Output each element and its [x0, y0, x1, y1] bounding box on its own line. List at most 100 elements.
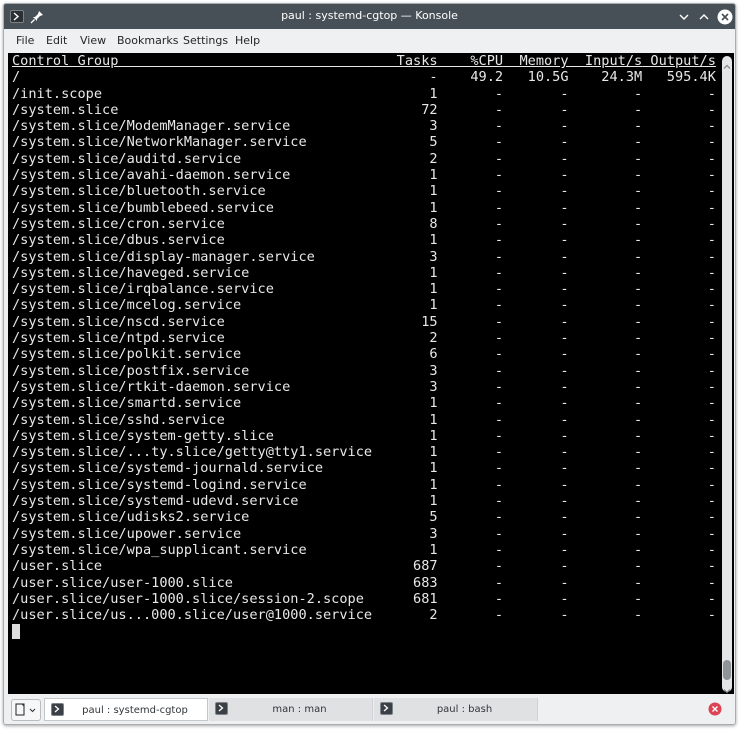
- cgroup-cpu: -: [437, 574, 504, 591]
- cgroup-memory: -: [503, 134, 569, 151]
- menu-view[interactable]: View: [80, 35, 106, 47]
- scroll-up-icon[interactable]: [722, 57, 732, 69]
- cgroup-memory: -: [503, 460, 569, 477]
- cgroup-output: 595.4K: [642, 69, 716, 86]
- cgroup-tasks: 3: [380, 248, 438, 265]
- cgroup-path: /system.slice/postfix.service: [12, 362, 381, 379]
- column-header-input: Input/s: [568, 53, 643, 69]
- cgroup-input: -: [568, 183, 643, 200]
- cgroup-tasks: 1: [380, 85, 438, 102]
- cgroup-output: -: [642, 215, 716, 232]
- menu-help[interactable]: Help: [235, 35, 260, 47]
- cgroup-output: -: [642, 313, 716, 330]
- cgroup-tasks: 1: [380, 167, 438, 184]
- cgroup-tasks: 1: [380, 427, 438, 444]
- cgroup-row: /system.slice/bluetooth.service 1 - - - …: [12, 183, 716, 199]
- cgroup-cpu: -: [437, 525, 504, 542]
- cgroup-tasks: 687: [380, 558, 438, 575]
- cgroup-row: /user.slice/user-1000.slice 683 - - - -: [12, 575, 716, 591]
- menu-bookmarks[interactable]: Bookmarks: [117, 35, 178, 47]
- cgroup-row: /init.scope 1 - - - -: [12, 86, 716, 102]
- column-header-cpu: %CPU: [437, 53, 504, 69]
- cgtop-output: Control Group Tasks %CPU Memory Input/s …: [12, 53, 716, 640]
- scrollbar-handle[interactable]: [723, 660, 731, 680]
- cgroup-tasks: 3: [380, 118, 438, 135]
- cgroup-cpu: -: [437, 167, 504, 184]
- cgroup-memory: -: [503, 330, 569, 347]
- cgroup-tasks: 1: [380, 460, 438, 477]
- cgroup-input: -: [568, 330, 643, 347]
- cgroup-row: /system.slice/auditd.service 2 - - - -: [12, 151, 716, 167]
- cgroup-memory: -: [503, 411, 569, 428]
- cgroup-row: /system.slice/dbus.service 1 - - - -: [12, 232, 716, 248]
- cgroup-memory: -: [503, 427, 569, 444]
- cgroup-cpu: -: [437, 493, 504, 510]
- cgroup-output: -: [642, 574, 716, 591]
- cgroup-cpu: -: [437, 346, 504, 363]
- cgroup-tasks: 2: [380, 150, 438, 167]
- close-tab-icon[interactable]: [708, 702, 722, 716]
- cgroup-output: -: [642, 607, 716, 624]
- minimize-icon[interactable]: [676, 9, 692, 25]
- new-tab-button[interactable]: [11, 699, 41, 721]
- cgroup-tasks: 3: [380, 378, 438, 395]
- cgroup-tasks: 6: [380, 346, 438, 363]
- cgroup-input: -: [568, 199, 643, 216]
- tab-man[interactable]: man : man: [209, 698, 373, 721]
- cgroup-path: /system.slice/avahi-daemon.service: [12, 167, 381, 184]
- cgroup-cpu: -: [437, 395, 504, 412]
- cgroup-input: -: [568, 118, 643, 135]
- cgroup-cpu: -: [437, 541, 504, 558]
- cgroup-memory: -: [503, 607, 569, 624]
- scroll-down-icon[interactable]: [722, 681, 732, 694]
- cgroup-tasks: 1: [380, 444, 438, 461]
- terminal-scrollbar[interactable]: [722, 56, 732, 694]
- cgroup-input: -: [568, 509, 643, 526]
- close-icon[interactable]: [717, 9, 733, 25]
- cgroup-cpu: -: [437, 558, 504, 575]
- menu-settings[interactable]: Settings: [183, 35, 228, 47]
- cgroup-cpu: -: [437, 411, 504, 428]
- cgroup-input: -: [568, 493, 643, 510]
- cgroup-cpu: -: [437, 297, 504, 314]
- tab-systemd-cgtop[interactable]: paul : systemd-cgtop: [44, 698, 208, 721]
- cgroup-memory: -: [503, 395, 569, 412]
- menu-file[interactable]: File: [16, 35, 34, 47]
- cgroup-cpu: -: [437, 215, 504, 232]
- cgroup-output: -: [642, 134, 716, 151]
- cgroup-output: -: [642, 541, 716, 558]
- cgroup-tasks: 1: [380, 541, 438, 558]
- cgroup-row: /user.slice/user-1000.slice/session-2.sc…: [12, 591, 716, 607]
- cgroup-path: /: [12, 69, 381, 86]
- cgroup-memory: -: [503, 215, 569, 232]
- cgroup-output: -: [642, 460, 716, 477]
- cgroup-row: /system.slice/display-manager.service 3 …: [12, 249, 716, 265]
- cgroup-tasks: 683: [380, 574, 438, 591]
- cgroup-path: /user.slice/user-1000.slice: [12, 574, 381, 591]
- terminal-view[interactable]: Control Group Tasks %CPU Memory Input/s …: [8, 53, 734, 694]
- column-header-tasks: Tasks: [372, 53, 438, 69]
- title-bar[interactable]: paul : systemd-cgtop — Konsole: [4, 4, 735, 29]
- tab-bash[interactable]: paul : bash: [374, 698, 538, 721]
- cgroup-cpu: -: [437, 427, 504, 444]
- cgroup-output: -: [642, 101, 716, 118]
- cgroup-tasks: 1: [380, 264, 438, 281]
- cgroup-row: /system.slice/postfix.service 3 - - - -: [12, 363, 716, 379]
- cgroup-path: /system.slice/haveged.service: [12, 264, 381, 281]
- cgroup-row: /system.slice/upower.service 3 - - - -: [12, 526, 716, 542]
- cgroup-row: /user.slice/us...000.slice/user@1000.ser…: [12, 607, 716, 623]
- cgroup-memory: -: [503, 281, 569, 298]
- cgroup-cpu: -: [437, 199, 504, 216]
- maximize-icon[interactable]: [696, 9, 712, 25]
- cgroup-row: /system.slice/bumblebeed.service 1 - - -…: [12, 200, 716, 216]
- konsole-window: paul : systemd-cgtop — Konsole File Edit…: [3, 3, 736, 725]
- menu-edit[interactable]: Edit: [46, 35, 67, 47]
- cgroup-row: /system.slice/ntpd.service 2 - - - -: [12, 330, 716, 346]
- cgroup-cpu: -: [437, 607, 504, 624]
- cgroup-output: -: [642, 525, 716, 542]
- cgroup-cpu: -: [437, 150, 504, 167]
- cgroup-path: /system.slice/systemd-journald.service: [12, 460, 381, 477]
- cgroup-tasks: 3: [380, 362, 438, 379]
- cgroup-cpu: -: [437, 118, 504, 135]
- window-title: paul : systemd-cgtop — Konsole: [281, 9, 458, 22]
